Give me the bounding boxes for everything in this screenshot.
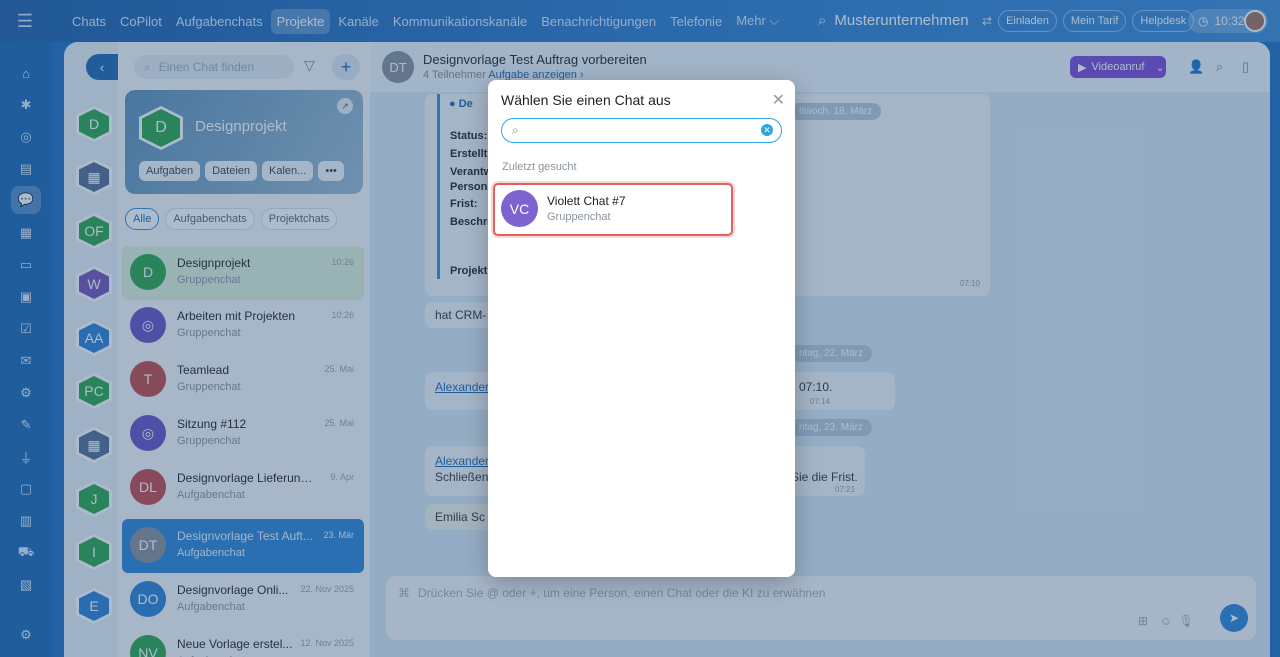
result-name: Violett Chat #7	[547, 194, 626, 208]
search-icon: ⌕	[512, 123, 519, 137]
recent-label: Zuletzt gesucht	[502, 161, 577, 173]
chat-picker-dialog: Wählen Sie einen Chat aus ✕ ⌕ ✕ Zuletzt …	[488, 80, 795, 577]
clear-icon[interactable]: ✕	[761, 124, 773, 136]
dialog-title: Wählen Sie einen Chat aus	[501, 92, 671, 108]
dialog-search-input[interactable]: ⌕ ✕	[501, 118, 782, 143]
result-avatar: VC	[501, 190, 538, 227]
close-icon[interactable]: ✕	[772, 90, 785, 110]
recent-chat-item[interactable]: VC Violett Chat #7 Gruppenchat	[493, 183, 733, 236]
result-type: Gruppenchat	[547, 211, 611, 223]
